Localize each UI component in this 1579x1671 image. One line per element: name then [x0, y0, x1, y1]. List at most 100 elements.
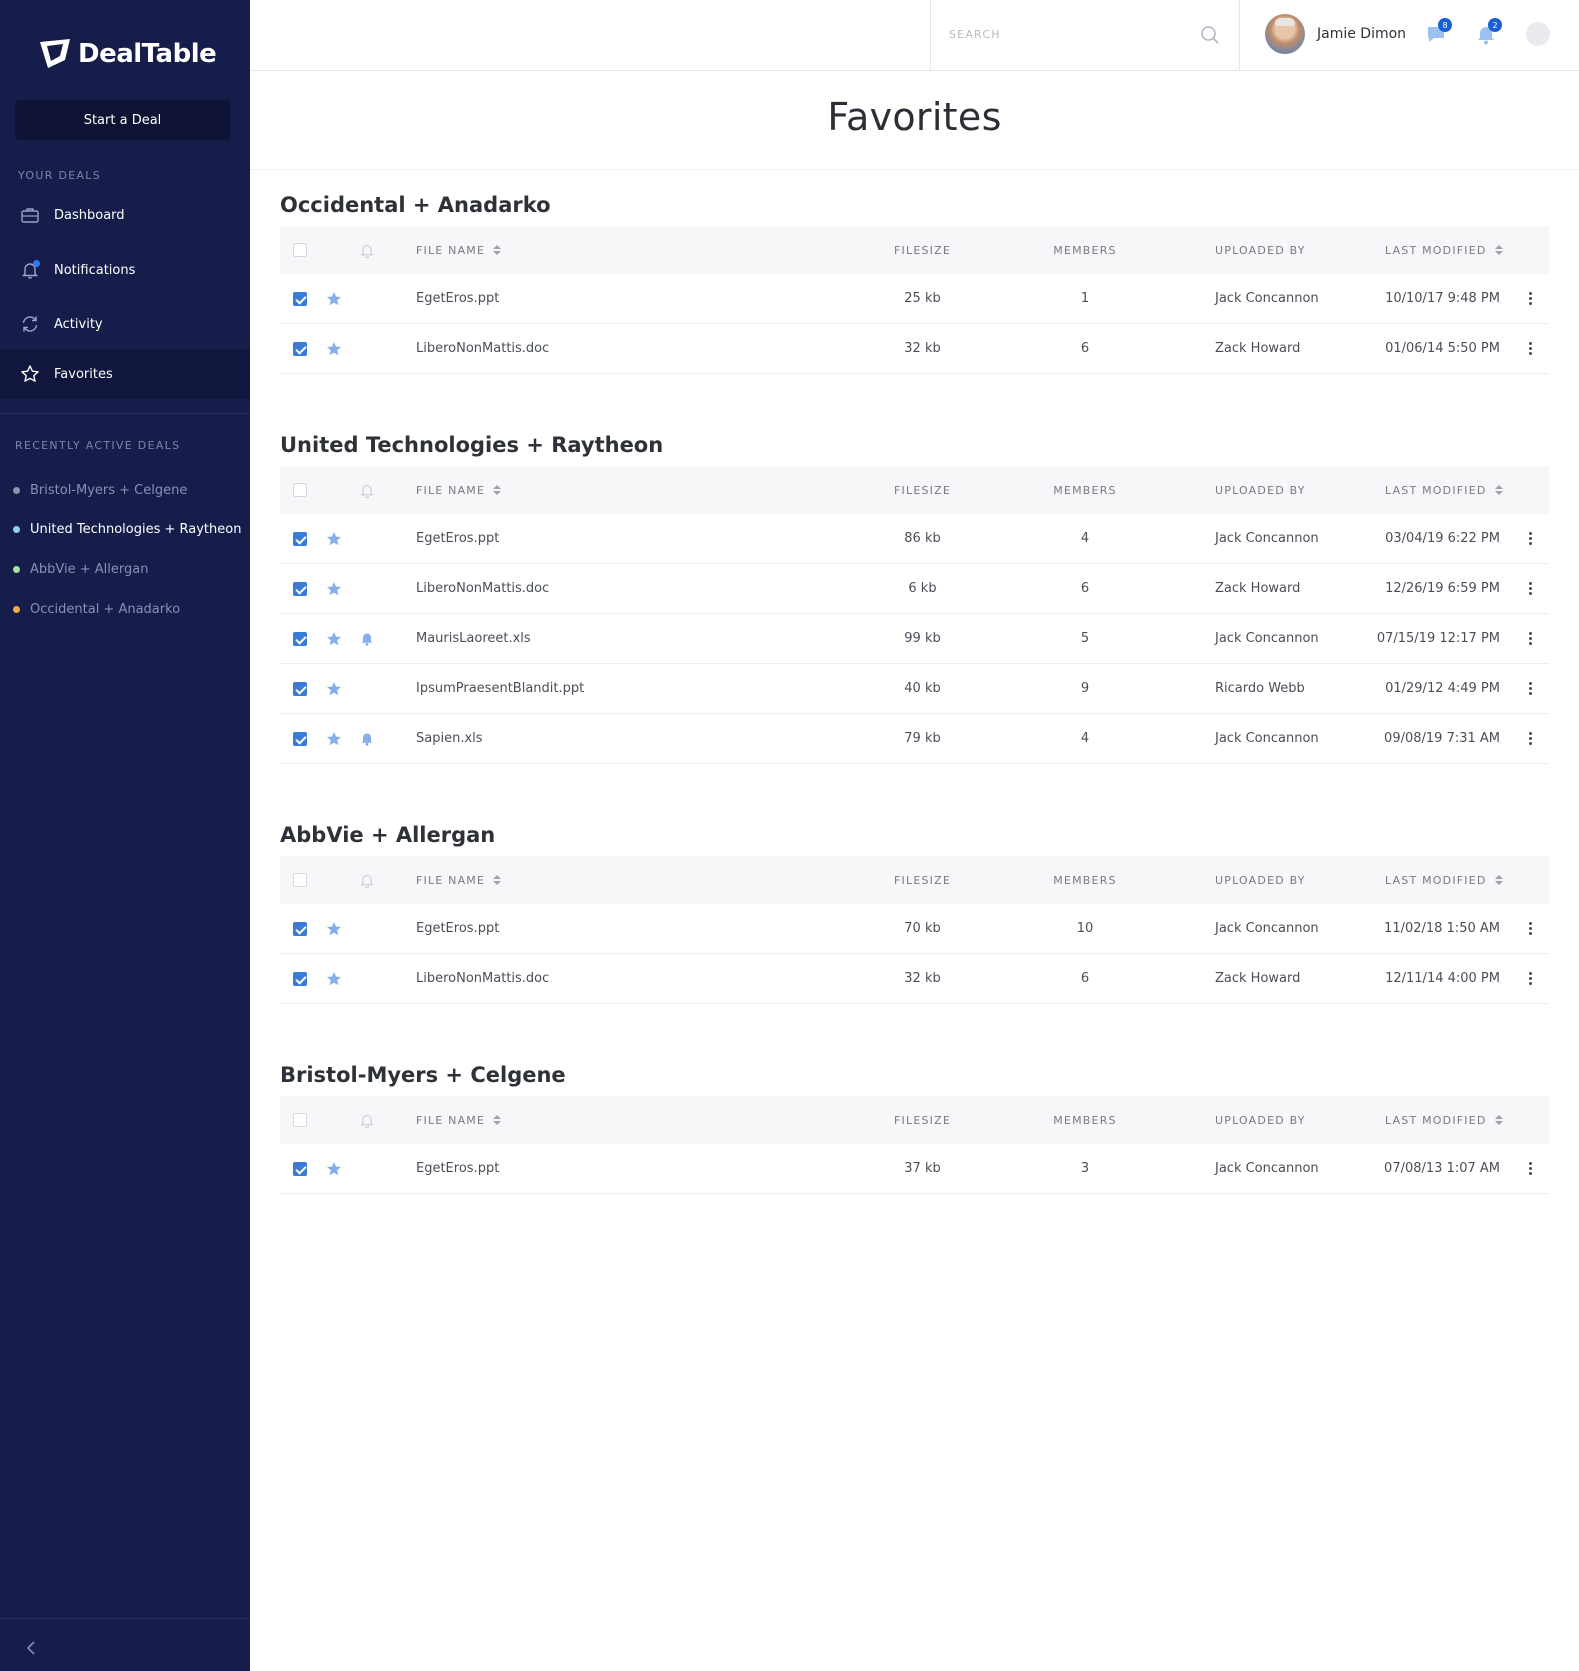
recent-deal-label: Bristol-Myers + Celgene	[30, 483, 188, 498]
table-row[interactable]: MaurisLaoreet.xls 99 kb 5 Jack Concannon…	[280, 614, 1549, 664]
more-options-button[interactable]	[1520, 274, 1540, 323]
file-name[interactable]: EgetEros.ppt	[416, 1144, 499, 1193]
file-name[interactable]: LiberoNonMattis.doc	[416, 324, 549, 373]
row-checkbox[interactable]	[293, 341, 307, 356]
logo[interactable]: DealTable	[38, 38, 217, 70]
file-name[interactable]: LiberoNonMattis.doc	[416, 954, 549, 1003]
file-name[interactable]: LiberoNonMattis.doc	[416, 564, 549, 613]
file-name[interactable]: EgetEros.ppt	[416, 514, 499, 563]
table-row[interactable]: IpsumPraesentBlandit.ppt 40 kb 9 Ricardo…	[280, 664, 1549, 714]
sort-icon[interactable]	[1494, 484, 1503, 496]
member-count: 4	[1080, 731, 1090, 746]
favorite-star-icon[interactable]	[326, 681, 342, 697]
start-deal-button[interactable]: Start a Deal	[15, 100, 230, 140]
sort-icon[interactable]	[493, 244, 502, 256]
row-checkbox[interactable]	[293, 921, 307, 936]
table-row[interactable]: Sapien.xls 79 kb 4 Jack Concannon 09/08/…	[280, 714, 1549, 764]
member-count: 4	[1080, 531, 1090, 546]
more-options-button[interactable]	[1520, 564, 1540, 613]
file-name[interactable]: EgetEros.ppt	[416, 274, 499, 323]
col-last-modified[interactable]: LAST MODIFIED	[1385, 226, 1503, 274]
favorite-star-icon[interactable]	[326, 921, 342, 937]
table-row[interactable]: LiberoNonMattis.doc 6 kb 6 Zack Howard 1…	[280, 564, 1549, 614]
sort-icon[interactable]	[493, 874, 502, 886]
collapse-sidebar-icon[interactable]	[24, 1640, 38, 1656]
more-options-button[interactable]	[1520, 514, 1540, 563]
row-checkbox[interactable]	[293, 731, 307, 746]
file-name[interactable]: MaurisLaoreet.xls	[416, 614, 531, 663]
briefcase-icon	[20, 205, 40, 225]
search-icon[interactable]	[1199, 24, 1221, 46]
favorite-star-icon[interactable]	[326, 581, 342, 597]
col-file-name[interactable]: FILE NAME	[416, 226, 502, 274]
bell-filled-icon[interactable]	[360, 631, 374, 646]
more-options-button[interactable]	[1520, 714, 1540, 763]
table-row[interactable]: EgetEros.ppt 70 kb 10 Jack Concannon 11/…	[280, 904, 1549, 954]
recent-deal-bristol-myers[interactable]: Bristol-Myers + Celgene	[13, 483, 187, 498]
col-last-modified[interactable]: LAST MODIFIED	[1385, 1096, 1503, 1144]
file-name[interactable]: IpsumPraesentBlandit.ppt	[416, 664, 584, 713]
uploaded-by: Jack Concannon	[1215, 531, 1319, 546]
deal-section: Bristol-Myers + Celgene FILE NAME FILESI…	[280, 1060, 1549, 1194]
more-options-button[interactable]	[1520, 664, 1540, 713]
favorite-star-icon[interactable]	[326, 341, 342, 357]
alerts-button[interactable]: 2	[1474, 18, 1502, 46]
search-input[interactable]	[949, 22, 1189, 46]
table-row[interactable]: LiberoNonMattis.doc 32 kb 6 Zack Howard …	[280, 324, 1549, 374]
col-last-modified[interactable]: LAST MODIFIED	[1385, 856, 1503, 904]
col-last-modified[interactable]: LAST MODIFIED	[1385, 466, 1503, 514]
favorite-star-icon[interactable]	[326, 631, 342, 647]
row-checkbox[interactable]	[293, 531, 307, 546]
row-checkbox[interactable]	[293, 631, 307, 646]
favorite-star-icon[interactable]	[326, 1161, 342, 1177]
row-checkbox[interactable]	[293, 971, 307, 986]
table-row[interactable]: LiberoNonMattis.doc 32 kb 6 Zack Howard …	[280, 954, 1549, 1004]
select-all-checkbox[interactable]	[293, 873, 307, 887]
sidebar-item-activity[interactable]: Activity	[0, 299, 250, 349]
sidebar-item-dashboard[interactable]: Dashboard	[0, 190, 250, 240]
row-checkbox[interactable]	[293, 681, 307, 696]
select-all-checkbox[interactable]	[293, 1113, 307, 1127]
col-file-name[interactable]: FILE NAME	[416, 856, 502, 904]
bell-filled-icon[interactable]	[360, 731, 374, 746]
sort-icon[interactable]	[1494, 244, 1503, 256]
messages-button[interactable]: 8	[1424, 18, 1452, 46]
row-checkbox[interactable]	[293, 291, 307, 306]
col-file-name[interactable]: FILE NAME	[416, 466, 502, 514]
table-row[interactable]: EgetEros.ppt 37 kb 3 Jack Concannon 07/0…	[280, 1144, 1549, 1194]
file-name[interactable]: Sapien.xls	[416, 714, 483, 763]
row-checkbox[interactable]	[293, 581, 307, 596]
uploaded-by: Jack Concannon	[1215, 631, 1319, 646]
sidebar-item-notifications[interactable]: Notifications	[0, 245, 250, 295]
sort-icon[interactable]	[493, 484, 502, 496]
avatar[interactable]	[1265, 14, 1305, 54]
table-row[interactable]: EgetEros.ppt 86 kb 4 Jack Concannon 03/0…	[280, 514, 1549, 564]
more-options-button[interactable]	[1520, 614, 1540, 663]
sort-icon[interactable]	[1494, 1114, 1503, 1126]
col-file-name[interactable]: FILE NAME	[416, 1096, 502, 1144]
favorite-star-icon[interactable]	[326, 971, 342, 987]
more-options-button[interactable]	[1520, 904, 1540, 953]
table-header: FILE NAME FILESIZE MEMBERS UPLOADED BY L…	[280, 1096, 1549, 1144]
favorite-star-icon[interactable]	[326, 531, 342, 547]
recent-deal-abbvie[interactable]: AbbVie + Allergan	[13, 562, 148, 577]
sort-icon[interactable]	[1494, 874, 1503, 886]
favorite-star-icon[interactable]	[326, 291, 342, 307]
more-options-button[interactable]	[1520, 1144, 1540, 1193]
user-menu[interactable]: Jamie Dimon	[1265, 14, 1406, 54]
deal-title: Occidental + Anadarko	[280, 193, 551, 217]
recent-deal-occidental[interactable]: Occidental + Anadarko	[13, 602, 180, 617]
sort-icon[interactable]	[493, 1114, 502, 1126]
more-vertical-icon	[1528, 1162, 1532, 1175]
recent-deal-united-technologies[interactable]: United Technologies + Raytheon	[13, 522, 241, 537]
more-options-button[interactable]	[1520, 954, 1540, 1003]
table-row[interactable]: EgetEros.ppt 25 kb 1 Jack Concannon 10/1…	[280, 274, 1549, 324]
file-name[interactable]: EgetEros.ppt	[416, 904, 499, 953]
favorite-star-icon[interactable]	[326, 731, 342, 747]
sidebar-item-favorites[interactable]: Favorites	[0, 349, 250, 399]
select-all-checkbox[interactable]	[293, 483, 307, 497]
settings-circle-button[interactable]	[1526, 22, 1550, 46]
row-checkbox[interactable]	[293, 1161, 307, 1176]
more-options-button[interactable]	[1520, 324, 1540, 373]
select-all-checkbox[interactable]	[293, 243, 307, 257]
